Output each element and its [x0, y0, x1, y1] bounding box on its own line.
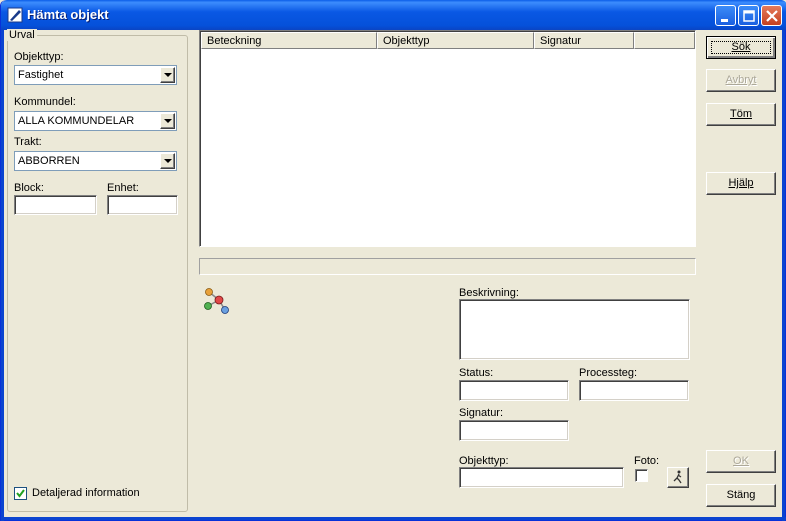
status-input[interactable]	[459, 380, 569, 401]
processteg-input[interactable]	[579, 380, 689, 401]
detail-objekttyp-input[interactable]	[459, 467, 624, 488]
ok-button-label: OK	[733, 455, 749, 467]
maximize-button[interactable]	[738, 5, 759, 26]
tom-button[interactable]: Töm	[706, 103, 776, 126]
kommundel-label: Kommundel:	[14, 96, 76, 108]
stang-button-label: Stäng	[726, 489, 756, 501]
signatur-label: Signatur:	[459, 407, 504, 419]
frame-left	[1, 30, 4, 521]
chevron-down-icon	[164, 159, 172, 163]
stang-button[interactable]: Stäng	[706, 484, 776, 507]
foto-label: Foto:	[634, 455, 660, 467]
objekttyp-dropdown-button[interactable]	[160, 67, 175, 83]
processteg-label: Processteg:	[579, 367, 638, 379]
minimize-button[interactable]	[715, 5, 736, 26]
hjalp-button[interactable]: Hjälp	[706, 172, 776, 195]
frame-bottom	[1, 517, 786, 520]
chevron-down-icon	[164, 119, 172, 123]
avbryt-button-label: Avbryt	[725, 74, 757, 86]
objekttyp-combo-value: Fastighet	[18, 69, 64, 81]
signatur-input[interactable]	[459, 420, 569, 441]
sok-button[interactable]: Sök	[706, 36, 776, 59]
results-listview[interactable]: Beteckning Objekttyp Signatur	[199, 30, 696, 247]
frame-right	[782, 30, 785, 521]
column-header-empty[interactable]	[634, 32, 695, 49]
kommundel-combo[interactable]: ALLA KOMMUNDELAR	[14, 111, 177, 131]
block-input[interactable]	[14, 195, 97, 215]
maximize-icon	[743, 10, 755, 22]
hamta-objekt-window: Hämta objekt Urval Objekttyp: Fastighet	[0, 0, 786, 521]
objekttyp-label: Objekttyp:	[14, 51, 64, 63]
objekttyp-combo[interactable]: Fastighet	[14, 65, 177, 85]
beskrivning-label: Beskrivning:	[459, 287, 519, 299]
tom-button-label: Töm	[730, 108, 752, 120]
urval-legend: Urval	[7, 29, 37, 41]
kommundel-combo-value: ALLA KOMMUNDELAR	[18, 115, 135, 127]
checkmark-icon	[16, 489, 25, 498]
detail-objekttyp-label: Objekttyp:	[459, 455, 509, 467]
kommundel-dropdown-button[interactable]	[160, 113, 175, 129]
beskrivning-textarea[interactable]	[459, 299, 690, 360]
ok-button[interactable]: OK	[706, 450, 776, 473]
column-header-beteckning[interactable]: Beteckning	[201, 32, 377, 49]
progress-bar	[199, 258, 696, 275]
walk-button[interactable]	[667, 467, 689, 488]
trakt-dropdown-button[interactable]	[160, 153, 175, 169]
enhet-input[interactable]	[107, 195, 178, 215]
close-icon	[766, 10, 778, 22]
foto-checkbox[interactable]	[635, 469, 648, 482]
trakt-combo[interactable]: ABBORREN	[14, 151, 177, 171]
detaljerad-information-checkbox[interactable]	[14, 487, 27, 500]
hjalp-button-label: Hjälp	[728, 177, 754, 189]
detaljerad-information-label: Detaljerad information	[32, 487, 140, 499]
column-header-objekttyp[interactable]: Objekttyp	[377, 32, 534, 49]
enhet-label: Enhet:	[107, 182, 139, 194]
block-label: Block:	[14, 182, 44, 194]
column-header-signatur[interactable]: Signatur	[534, 32, 634, 49]
chevron-down-icon	[164, 73, 172, 77]
pen-icon	[7, 7, 23, 23]
trakt-label: Trakt:	[14, 136, 42, 148]
focus-rectangle	[711, 41, 771, 54]
trakt-combo-value: ABBORREN	[18, 155, 80, 167]
title-bar[interactable]: Hämta objekt	[1, 0, 786, 30]
window-title: Hämta objekt	[27, 7, 109, 22]
avbryt-button[interactable]: Avbryt	[706, 69, 776, 92]
walking-person-icon	[673, 470, 682, 484]
status-label: Status:	[459, 367, 494, 379]
close-button[interactable]	[761, 5, 782, 26]
minimize-icon	[721, 19, 728, 22]
molecule-icon[interactable]	[199, 284, 233, 318]
